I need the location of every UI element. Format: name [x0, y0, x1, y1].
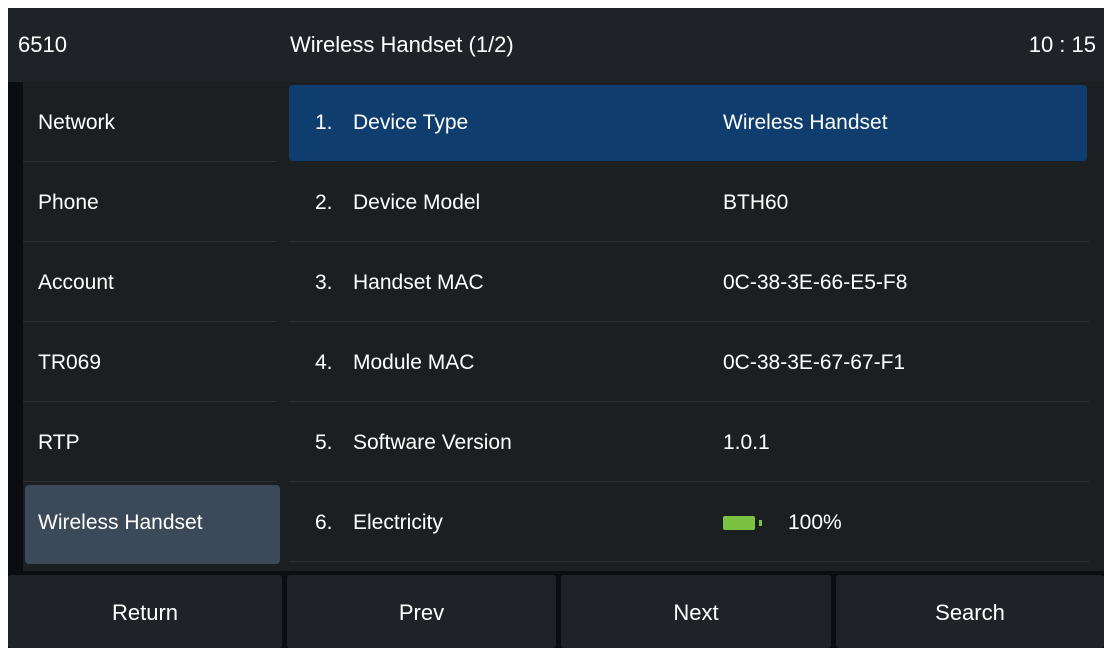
item-name: Software Version: [353, 431, 512, 454]
item-number: 1.: [315, 111, 333, 134]
item-name: Handset MAC: [353, 271, 484, 294]
sidebar-item-label: Wireless Handset: [38, 511, 203, 534]
list-item-device-model[interactable]: 2. Device Model BTH60: [287, 162, 1104, 242]
item-value: 0C-38-3E-66-E5-F8: [723, 271, 908, 294]
item-name: Device Model: [353, 191, 481, 214]
info-list: 1. Device Type Wireless Handset 2. Devic…: [287, 82, 1104, 571]
sidebar-item-label: Account: [38, 271, 114, 294]
extension-number: 6510: [18, 32, 67, 57]
item-value: Wireless Handset: [723, 111, 888, 134]
sidebar-item-label: TR069: [38, 351, 102, 374]
battery-level-fill: [723, 516, 755, 530]
softkey-bar: Return Prev Next Search: [8, 575, 1104, 648]
prev-button[interactable]: Prev: [287, 575, 556, 648]
item-value: BTH60: [723, 191, 789, 214]
item-number: 3.: [315, 271, 333, 294]
item-number: 5.: [315, 431, 333, 454]
list-item-handset-mac[interactable]: 3. Handset MAC 0C-38-3E-66-E5-F8: [287, 242, 1104, 322]
search-button[interactable]: Search: [836, 575, 1104, 648]
list-item-electricity[interactable]: 6. Electricity 100%: [287, 482, 1104, 562]
sidebar-item-rtp[interactable]: RTP: [23, 402, 293, 482]
sidebar-item-wireless-handset[interactable]: Wireless Handset: [23, 482, 293, 564]
item-name: Device Type: [353, 111, 469, 134]
title-bar: 6510 Wireless Handset (1/2) 10 : 15: [8, 8, 1104, 82]
return-button[interactable]: Return: [8, 575, 282, 648]
clock-time: 10 : 15: [1028, 32, 1096, 57]
battery-icon: [723, 516, 763, 530]
sidebar-item-label: Network: [38, 111, 116, 134]
phone-screen: 6510 Wireless Handset (1/2) 10 : 15 Netw…: [8, 8, 1104, 648]
battery-tip: [759, 520, 762, 526]
sidebar-item-account[interactable]: Account: [23, 242, 293, 322]
sidebar-item-phone[interactable]: Phone: [23, 162, 293, 242]
next-button[interactable]: Next: [561, 575, 831, 648]
item-number: 6.: [315, 511, 333, 534]
sidebar-item-label: Phone: [38, 191, 99, 214]
list-item-module-mac[interactable]: 4. Module MAC 0C-38-3E-67-67-F1: [287, 322, 1104, 402]
divider: [289, 561, 1089, 562]
item-name: Electricity: [353, 511, 443, 534]
sidebar-item-label: RTP: [38, 431, 80, 454]
item-number: 2.: [315, 191, 333, 214]
sidebar-item-network[interactable]: Network: [23, 82, 293, 162]
item-value: 1.0.1: [723, 431, 770, 454]
page-title: Wireless Handset (1/2): [290, 32, 514, 57]
sidebar-item-tr069[interactable]: TR069: [23, 322, 293, 402]
list-item-device-type[interactable]: 1. Device Type Wireless Handset: [287, 82, 1104, 162]
sidebar: Network Phone Account TR069 RTP Wireless…: [23, 82, 293, 571]
battery-percentage: 100%: [788, 511, 842, 534]
item-value: 0C-38-3E-67-67-F1: [723, 351, 906, 374]
item-number: 4.: [315, 351, 333, 374]
item-name: Module MAC: [353, 351, 475, 374]
list-item-software-version[interactable]: 5. Software Version 1.0.1: [287, 402, 1104, 482]
